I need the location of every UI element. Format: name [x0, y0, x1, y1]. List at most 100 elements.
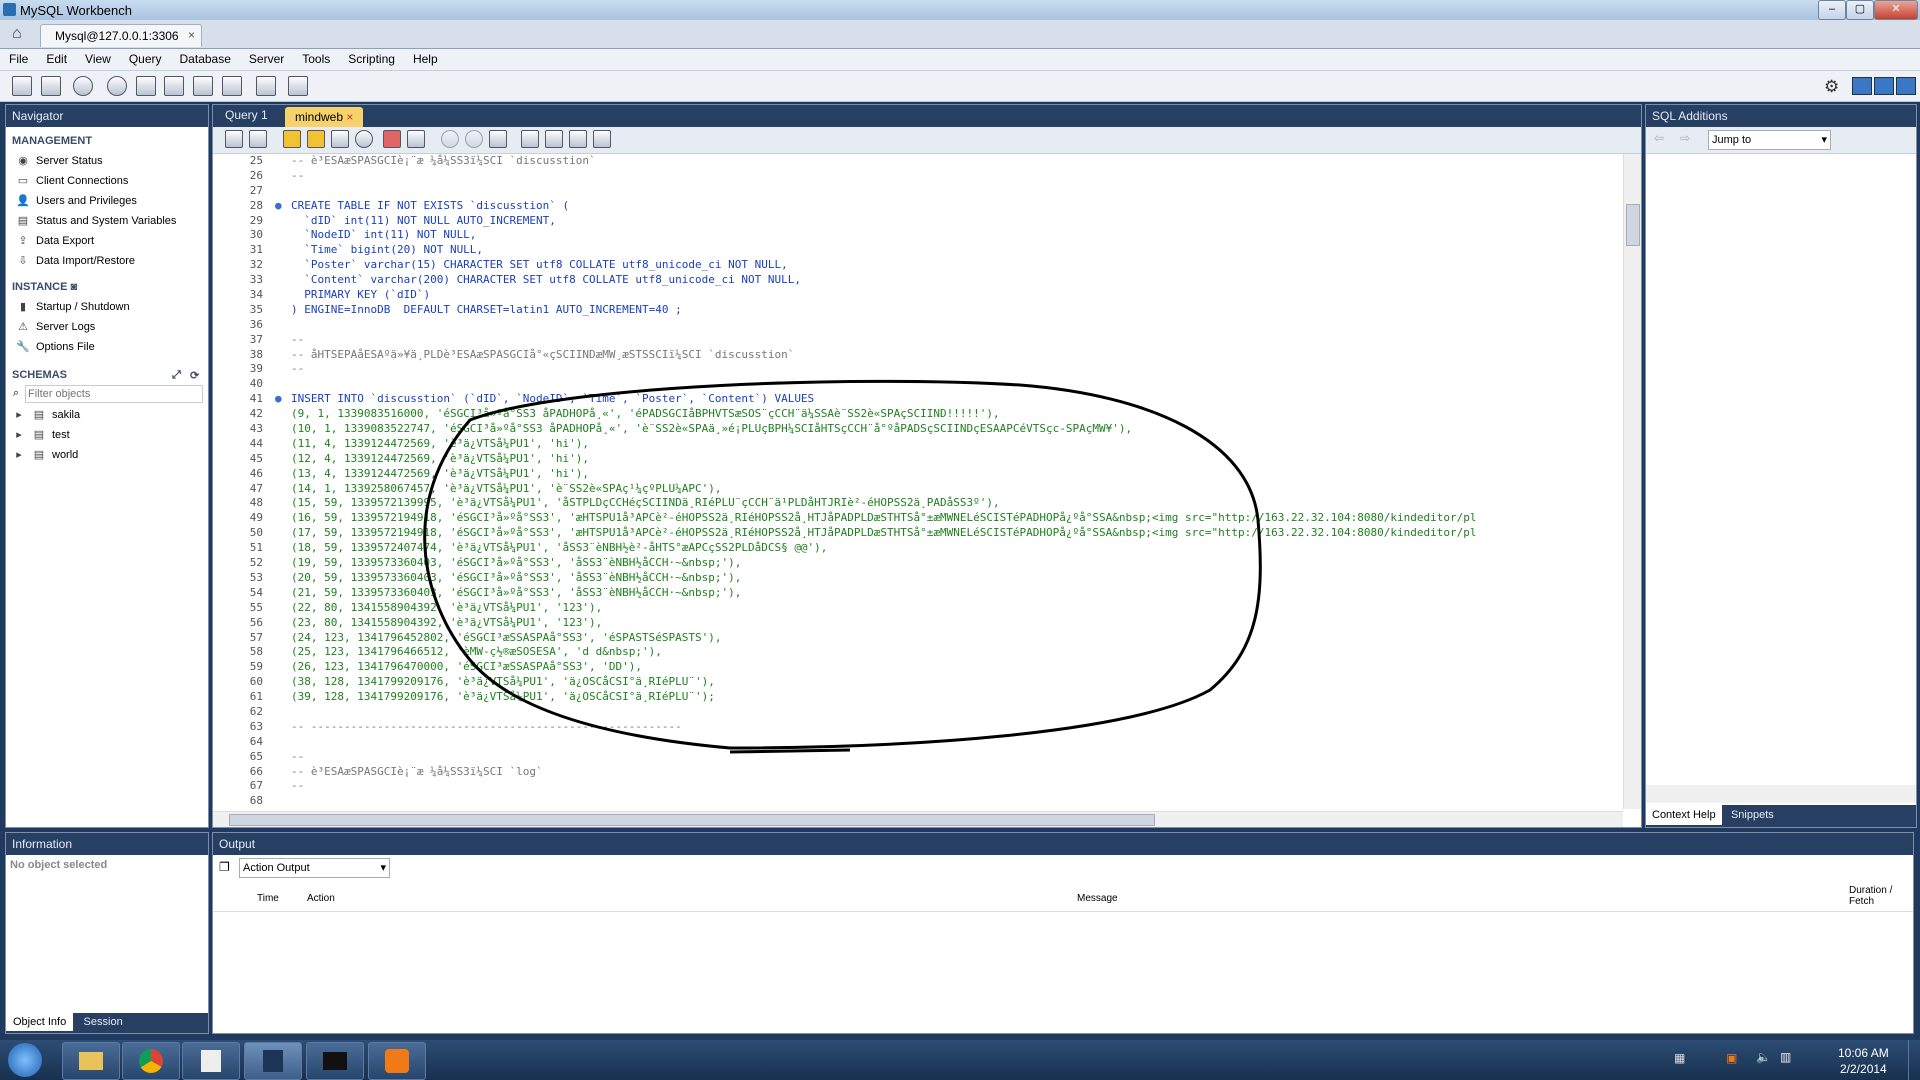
- menu-database[interactable]: Database: [171, 49, 240, 66]
- code-line[interactable]: 68: [213, 794, 1623, 809]
- expand-arrow-icon[interactable]: ▸: [12, 448, 26, 462]
- nav-users-privileges[interactable]: 👤 Users and Privileges: [6, 191, 208, 211]
- code-line[interactable]: 39 --: [213, 362, 1623, 378]
- sql-additions-hscroll[interactable]: [1646, 785, 1916, 803]
- code-line[interactable]: 54 (21, 59, 1339573360403, 'éSGCI³å»ºå°SS…: [213, 585, 1623, 601]
- clock-date[interactable]: 2/2/2014: [1840, 1062, 1887, 1076]
- code-line[interactable]: 58 (25, 123, 1341796466512, 'èMW-ç½®æSOSE…: [213, 645, 1623, 661]
- search-table-data-icon[interactable]: [256, 76, 276, 96]
- code-line[interactable]: 56 (23, 80, 1341558904392, 'è³ä¿VTSå¼PU1'…: [213, 615, 1623, 631]
- code-line[interactable]: 67 --: [213, 779, 1623, 795]
- fold-marker-icon[interactable]: ●: [275, 199, 291, 214]
- code-line[interactable]: 36: [213, 317, 1623, 333]
- forward-arrow-icon[interactable]: ⇨: [1680, 131, 1690, 145]
- create-view-icon[interactable]: [164, 76, 184, 96]
- col-message[interactable]: Message: [1077, 893, 1118, 904]
- copy-icon[interactable]: ❐: [219, 860, 230, 874]
- tab-close-icon[interactable]: ×: [346, 110, 353, 124]
- nav-server-logs[interactable]: ⚠ Server Logs: [6, 317, 208, 337]
- code-line[interactable]: 50 (17, 59, 1339572194918, 'éSGCI³å»ºå°SS…: [213, 526, 1623, 542]
- nav-client-connections[interactable]: ▭ Client Connections: [6, 171, 208, 191]
- col-action[interactable]: Action: [307, 893, 335, 904]
- open-file-icon[interactable]: [225, 130, 243, 148]
- tab-object-info[interactable]: Object Info: [6, 1013, 74, 1031]
- schema-test[interactable]: ▸ ▤ test: [6, 425, 208, 445]
- toggle-sidebar-icon[interactable]: [1852, 77, 1872, 95]
- taskbar-chart-app[interactable]: [182, 1042, 240, 1080]
- taskbar-xampp[interactable]: [368, 1042, 426, 1080]
- execute-icon[interactable]: [283, 130, 301, 148]
- code-line[interactable]: 64: [213, 734, 1623, 750]
- code-line[interactable]: 66 -- è³ESAæSPASGCIè¡¨æ ¼å¼SS3ï¼SCI `log`: [213, 764, 1623, 780]
- connection-tab[interactable]: Mysql@127.0.0.1:3306 ×: [40, 24, 202, 47]
- code-line[interactable]: 60 (38, 128, 1341799209176, 'è³ä¿VTSå¼PU1…: [213, 675, 1623, 691]
- maximize-button[interactable]: ▢: [1846, 0, 1874, 20]
- action-output-select[interactable]: Action Output ▾: [239, 858, 390, 878]
- code-line[interactable]: 48 (15, 59, 1339572139995, 'è³ä¿VTSå¼PU1'…: [213, 496, 1623, 512]
- tray-icon[interactable]: ▦: [1674, 1051, 1685, 1065]
- taskbar-chrome[interactable]: [122, 1042, 180, 1080]
- wrap-lines-icon[interactable]: [593, 130, 611, 148]
- expand-arrow-icon[interactable]: ▸: [12, 408, 26, 422]
- create-schema-icon[interactable]: [107, 76, 127, 96]
- code-line[interactable]: 63 -- -----------------------------------…: [213, 719, 1623, 735]
- menu-help[interactable]: Help: [404, 49, 447, 66]
- schema-world[interactable]: ▸ ▤ world: [6, 445, 208, 465]
- save-icon[interactable]: [249, 130, 267, 148]
- stop-icon[interactable]: [355, 130, 373, 148]
- fold-marker-icon[interactable]: ●: [275, 392, 291, 407]
- hscroll-thumb[interactable]: [229, 814, 1155, 826]
- create-procedure-icon[interactable]: [193, 76, 213, 96]
- network-icon[interactable]: ▥: [1780, 1050, 1791, 1064]
- expand-arrow-icon[interactable]: ▸: [12, 428, 26, 442]
- find-icon[interactable]: [545, 130, 563, 148]
- jump-to-select[interactable]: Jump to ▾: [1708, 130, 1831, 150]
- code-line[interactable]: 43 (10, 1, 1339083522747, 'éSGCI³å»ºå°SS3…: [213, 422, 1623, 437]
- menu-tools[interactable]: Tools: [293, 49, 339, 66]
- code-line[interactable]: 37 --: [213, 332, 1623, 348]
- nav-status-variables[interactable]: ▤ Status and System Variables: [6, 211, 208, 231]
- code-line[interactable]: 35) ENGINE=InnoDB DEFAULT CHARSET=latin1…: [213, 302, 1623, 318]
- commit-icon[interactable]: [441, 130, 459, 148]
- code-line[interactable]: 42 (9, 1, 1339083516000, 'éSGCI³å»ºå°SS3 …: [213, 407, 1623, 423]
- code-line[interactable]: 44 (11, 4, 1339124472569, 'è³ä¿VTSå¼PU1',…: [213, 436, 1623, 452]
- code-line[interactable]: 59 (26, 123, 1341796470000, 'éSGCI³æSSASP…: [213, 660, 1623, 676]
- code-line[interactable]: 27: [213, 183, 1623, 199]
- beautify-icon[interactable]: [521, 130, 539, 148]
- code-line[interactable]: 26 --: [213, 168, 1623, 184]
- minimize-button[interactable]: –: [1818, 0, 1846, 20]
- code-line[interactable]: 30 `NodeID` int(11) NOT NULL,: [213, 228, 1623, 244]
- code-line[interactable]: 38 -- åHTSEPAåESAºä»¥ä¸PLDè³ESAæSPASGCIå°…: [213, 347, 1623, 363]
- reconnect-icon[interactable]: [288, 76, 308, 96]
- code-line[interactable]: 41 ● INSERT INTO `discusstion` (`dID`, `No…: [213, 392, 1623, 408]
- clock-time[interactable]: 10:06 AM: [1838, 1046, 1889, 1060]
- toggle-output-icon[interactable]: [1874, 77, 1894, 95]
- toggle-secondary-sidebar-icon[interactable]: [1896, 77, 1916, 95]
- code-line[interactable]: 28 ● CREATE TABLE IF NOT EXISTS `discussti…: [213, 198, 1623, 214]
- tray-icon[interactable]: ▣: [1726, 1051, 1737, 1065]
- rollback-icon[interactable]: [465, 130, 483, 148]
- filter-objects-input[interactable]: [25, 385, 203, 403]
- menu-scripting[interactable]: Scripting: [339, 49, 404, 66]
- menu-view[interactable]: View: [76, 49, 120, 66]
- nav-server-status[interactable]: ◉ Server Status: [6, 151, 208, 171]
- code-line[interactable]: 62: [213, 704, 1623, 720]
- taskbar-cmd[interactable]: [306, 1042, 364, 1080]
- code-line[interactable]: 45 (12, 4, 1339124472569, 'è³ä¿VTSå¼PU1',…: [213, 451, 1623, 467]
- code-line[interactable]: 34 PRIMARY KEY (`dID`): [213, 288, 1623, 303]
- nav-options-file[interactable]: 🔧 Options File: [6, 337, 208, 357]
- menu-file[interactable]: File: [0, 49, 37, 66]
- col-duration[interactable]: Duration / Fetch: [1849, 885, 1893, 907]
- taskbar-explorer[interactable]: [62, 1042, 120, 1080]
- create-table-icon[interactable]: [136, 76, 156, 96]
- code-line[interactable]: 33 `Content` varchar(200) CHARACTER SET …: [213, 273, 1623, 289]
- code-line[interactable]: 61 (39, 128, 1341799209176, 'è³ä¿VTSå¼PU1…: [213, 690, 1623, 705]
- open-sql-script-icon[interactable]: [41, 76, 61, 96]
- tab-context-help[interactable]: Context Help: [1646, 805, 1722, 825]
- schema-sakila[interactable]: ▸ ▤ sakila: [6, 405, 208, 425]
- create-function-icon[interactable]: [222, 76, 242, 96]
- invisible-chars-icon[interactable]: [569, 130, 587, 148]
- expand-icon[interactable]: ⤢: [172, 369, 181, 382]
- refresh-icon[interactable]: ⟳: [190, 369, 199, 382]
- code-line[interactable]: 49 (16, 59, 1339572194918, 'éSGCI³å»ºå°SS…: [213, 511, 1623, 527]
